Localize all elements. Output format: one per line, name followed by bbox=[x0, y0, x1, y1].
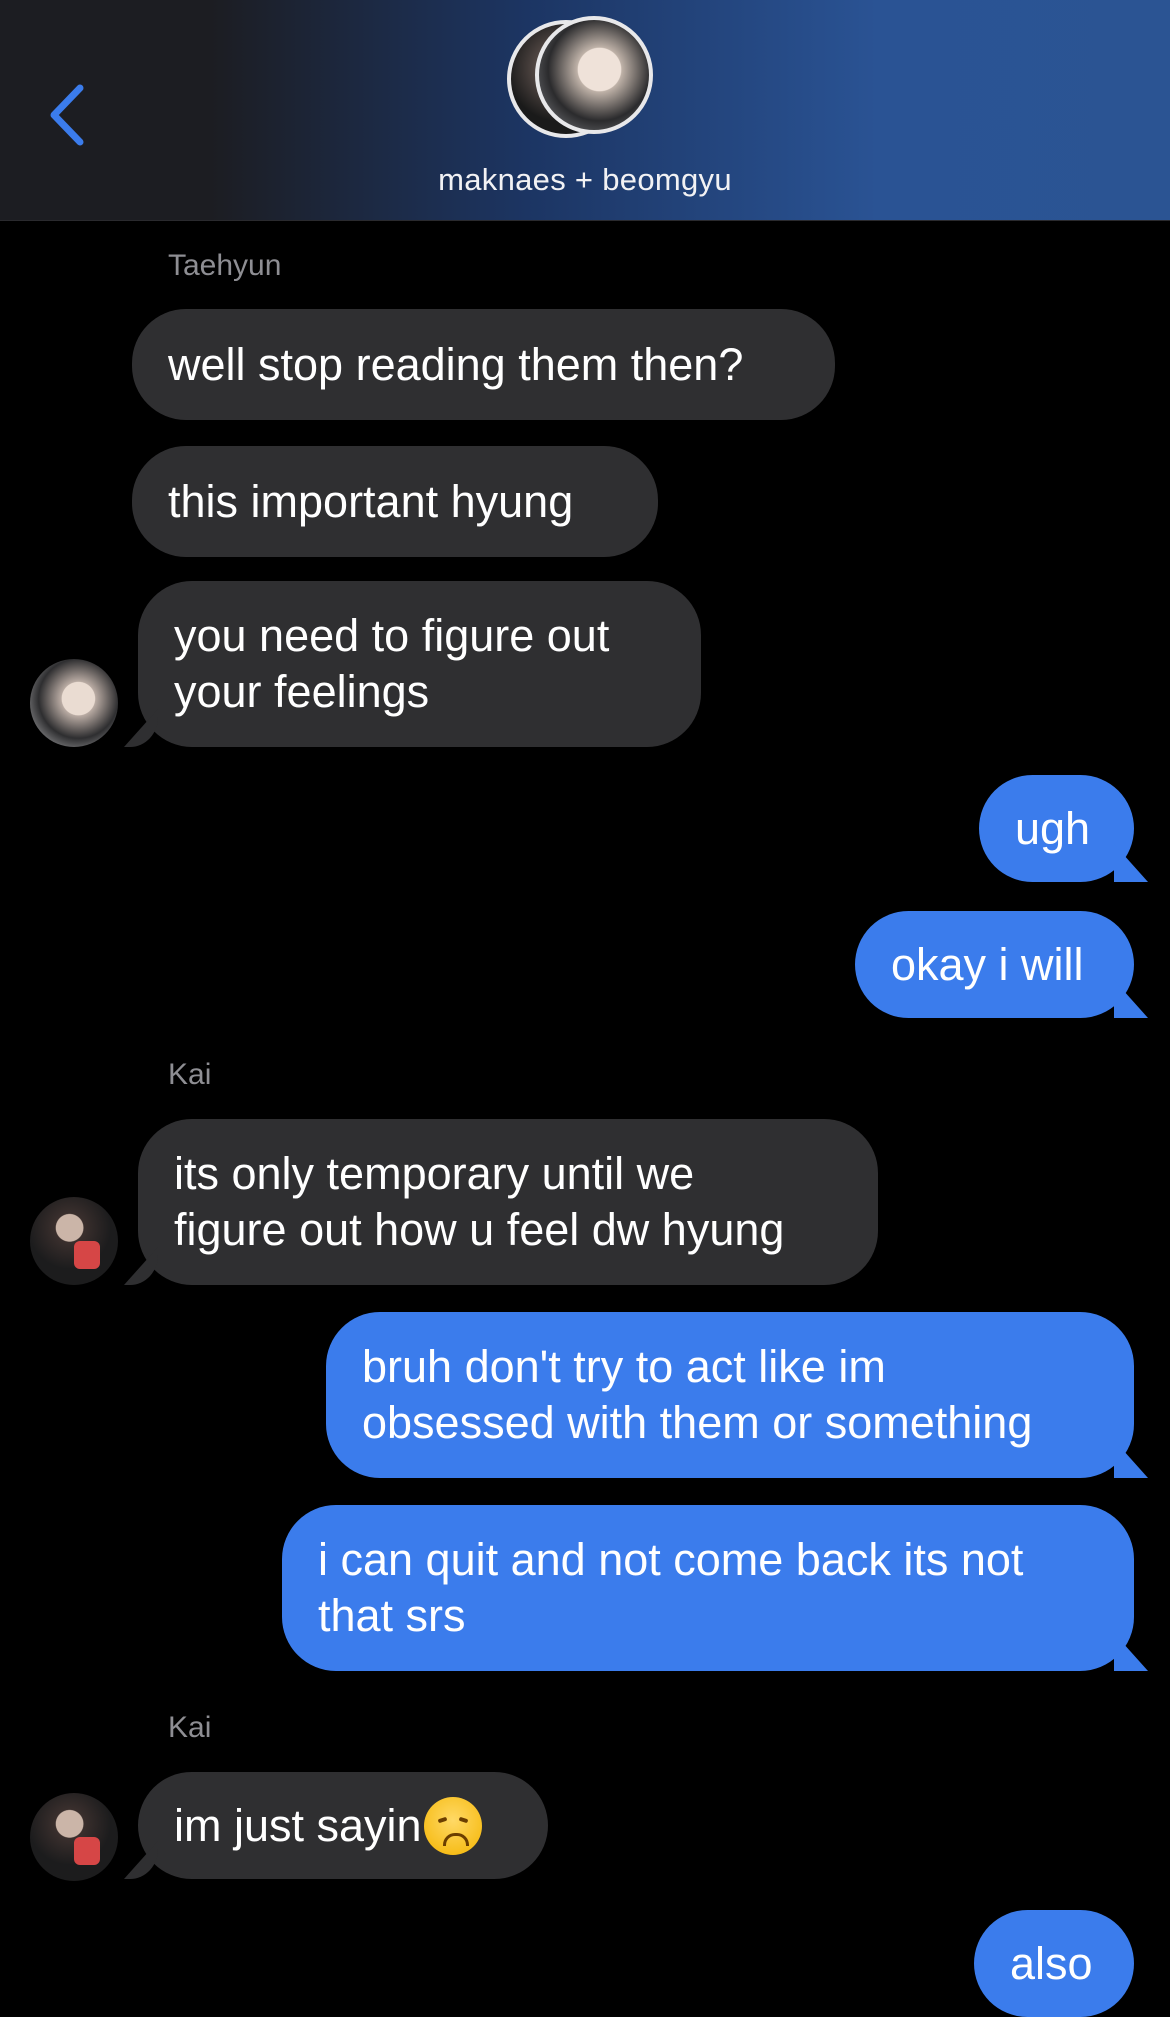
incoming-message[interactable]: well stop reading them then? bbox=[132, 309, 835, 420]
sender-name: Taehyun bbox=[168, 249, 282, 282]
incoming-message[interactable]: you need to figure out your feelings bbox=[138, 581, 701, 747]
sender-avatar[interactable] bbox=[30, 1793, 118, 1881]
group-avatar-stack[interactable] bbox=[505, 16, 665, 146]
chevron-left-icon bbox=[50, 84, 84, 146]
outgoing-message[interactable]: bruh don't try to act like im obsessed w… bbox=[326, 1312, 1134, 1478]
outgoing-message[interactable]: also bbox=[974, 1910, 1134, 2017]
disappointed-face-emoji bbox=[423, 1796, 482, 1855]
outgoing-message[interactable]: okay i will bbox=[855, 911, 1134, 1018]
sender-avatar[interactable] bbox=[30, 1197, 118, 1285]
chat-header: maknaes + beomgyu bbox=[0, 0, 1170, 221]
back-button[interactable] bbox=[40, 70, 100, 160]
outgoing-message[interactable]: i can quit and not come back its not tha… bbox=[282, 1505, 1134, 1671]
incoming-message[interactable]: this important hyung bbox=[132, 446, 658, 557]
sender-name: Kai bbox=[168, 1058, 212, 1091]
sender-avatar[interactable] bbox=[30, 659, 118, 747]
sender-name: Kai bbox=[168, 1711, 212, 1744]
outgoing-message[interactable]: ugh bbox=[979, 775, 1134, 882]
group-name[interactable]: maknaes + beomgyu bbox=[0, 162, 1170, 198]
group-member-avatar bbox=[535, 16, 653, 134]
incoming-message[interactable]: im just sayin bbox=[138, 1772, 548, 1879]
incoming-message[interactable]: its only temporary until we figure out h… bbox=[138, 1119, 878, 1285]
message-text: im just sayin bbox=[174, 1799, 422, 1851]
